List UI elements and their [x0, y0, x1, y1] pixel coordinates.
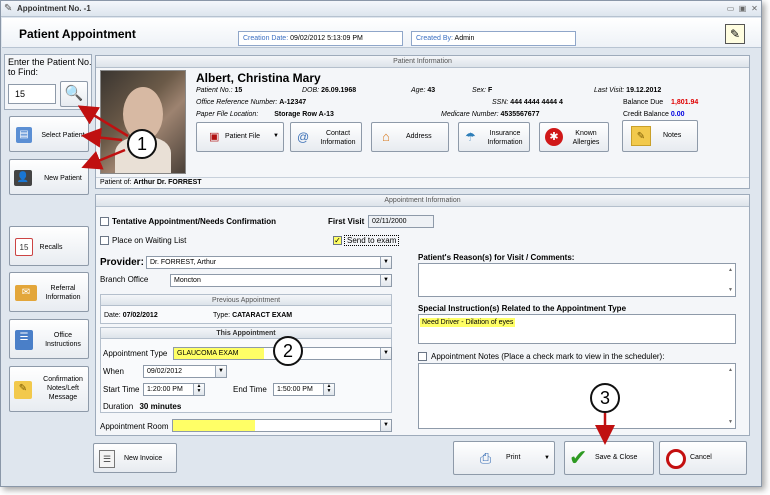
callout-2: 2 [273, 336, 303, 366]
arrow-to-select-patient [81, 127, 123, 148]
callout-3: 3 [590, 383, 620, 413]
annotation-overlay [77, 105, 615, 445]
callout-1: 1 [127, 129, 157, 159]
arrow-to-new-patient [81, 148, 126, 170]
arrow-to-find-button [77, 105, 129, 138]
